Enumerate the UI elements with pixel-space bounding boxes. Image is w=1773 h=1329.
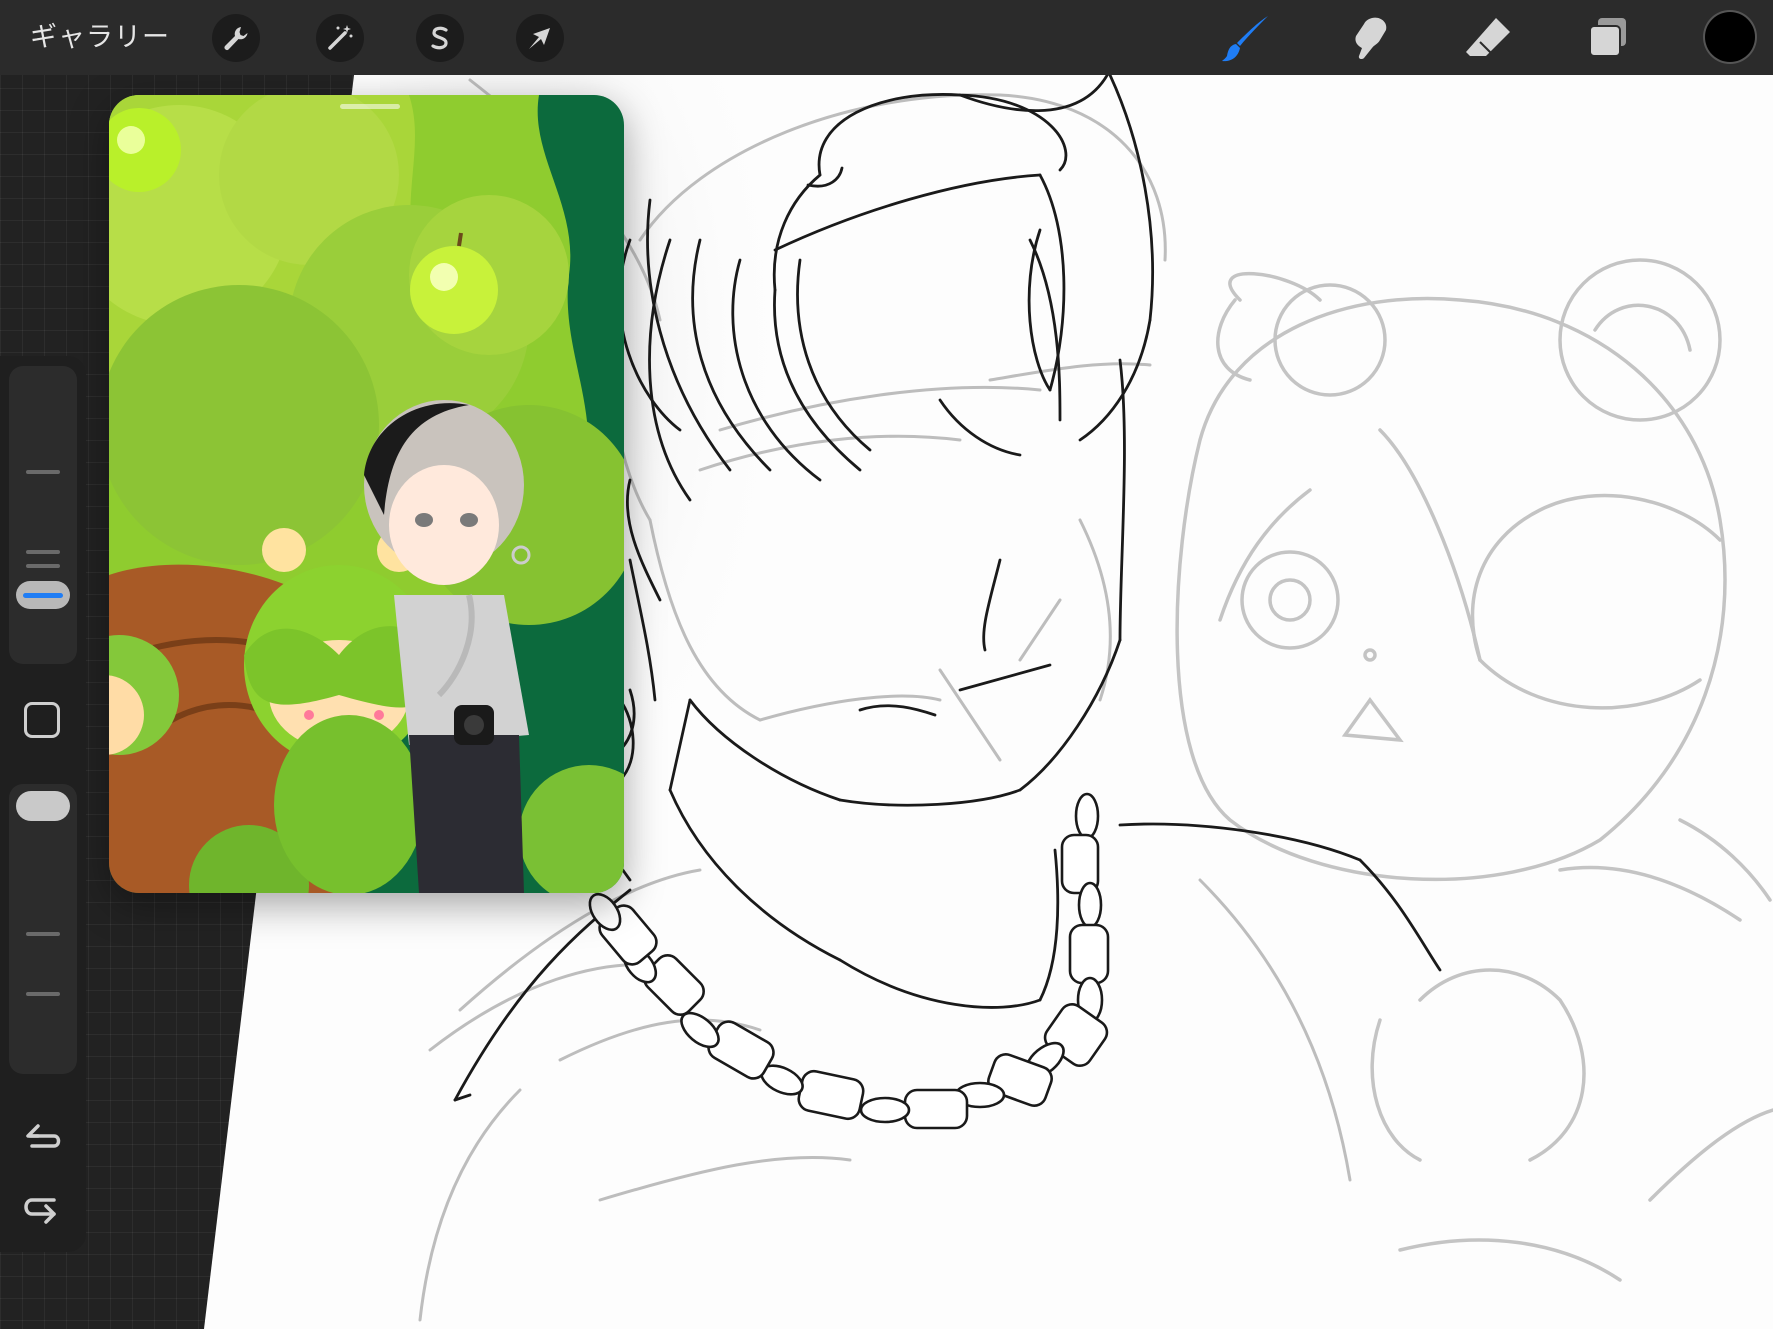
selection-icon <box>431 26 448 50</box>
transform-button[interactable] <box>516 14 564 62</box>
layers-button[interactable] <box>1582 12 1634 64</box>
color-picker-button[interactable] <box>1705 12 1755 62</box>
size-tick <box>26 470 60 474</box>
brush-icon <box>1222 16 1268 62</box>
undo-button[interactable] <box>20 1112 64 1156</box>
reference-illustration <box>109 95 624 893</box>
top-toolbar: ギャラリー <box>0 0 1773 75</box>
smudge-tool-button[interactable] <box>1342 12 1394 64</box>
size-thumb-indicator <box>23 593 63 598</box>
opacity-tick <box>26 932 60 936</box>
brush-tool-button[interactable] <box>1220 12 1272 64</box>
eraser-tool-button[interactable] <box>1462 12 1514 64</box>
redo-arrow-icon <box>24 1198 56 1224</box>
brush-size-slider[interactable] <box>9 366 77 664</box>
opacity-thumb[interactable] <box>16 791 70 821</box>
reference-drag-handle[interactable] <box>340 104 400 109</box>
adjustments-button[interactable] <box>316 14 364 62</box>
gallery-button[interactable]: ギャラリー <box>30 18 170 58</box>
brush-size-thumb[interactable] <box>16 581 70 609</box>
actions-button[interactable] <box>212 14 260 62</box>
selection-button[interactable] <box>416 14 464 62</box>
eraser-icon <box>1466 18 1510 56</box>
size-tick <box>26 564 60 568</box>
magic-wand-icon <box>328 25 353 50</box>
undo-arrow-icon <box>26 1124 61 1148</box>
reference-window[interactable] <box>109 95 624 893</box>
opacity-tick <box>26 992 60 996</box>
size-tick <box>26 550 60 554</box>
opacity-slider[interactable] <box>9 784 77 1074</box>
transform-arrow-icon <box>529 28 550 49</box>
layers-icon <box>1589 18 1626 57</box>
modify-button[interactable] <box>24 702 60 738</box>
wrench-icon <box>224 27 248 50</box>
redo-button[interactable] <box>20 1186 64 1230</box>
smudge-icon <box>1355 17 1387 60</box>
